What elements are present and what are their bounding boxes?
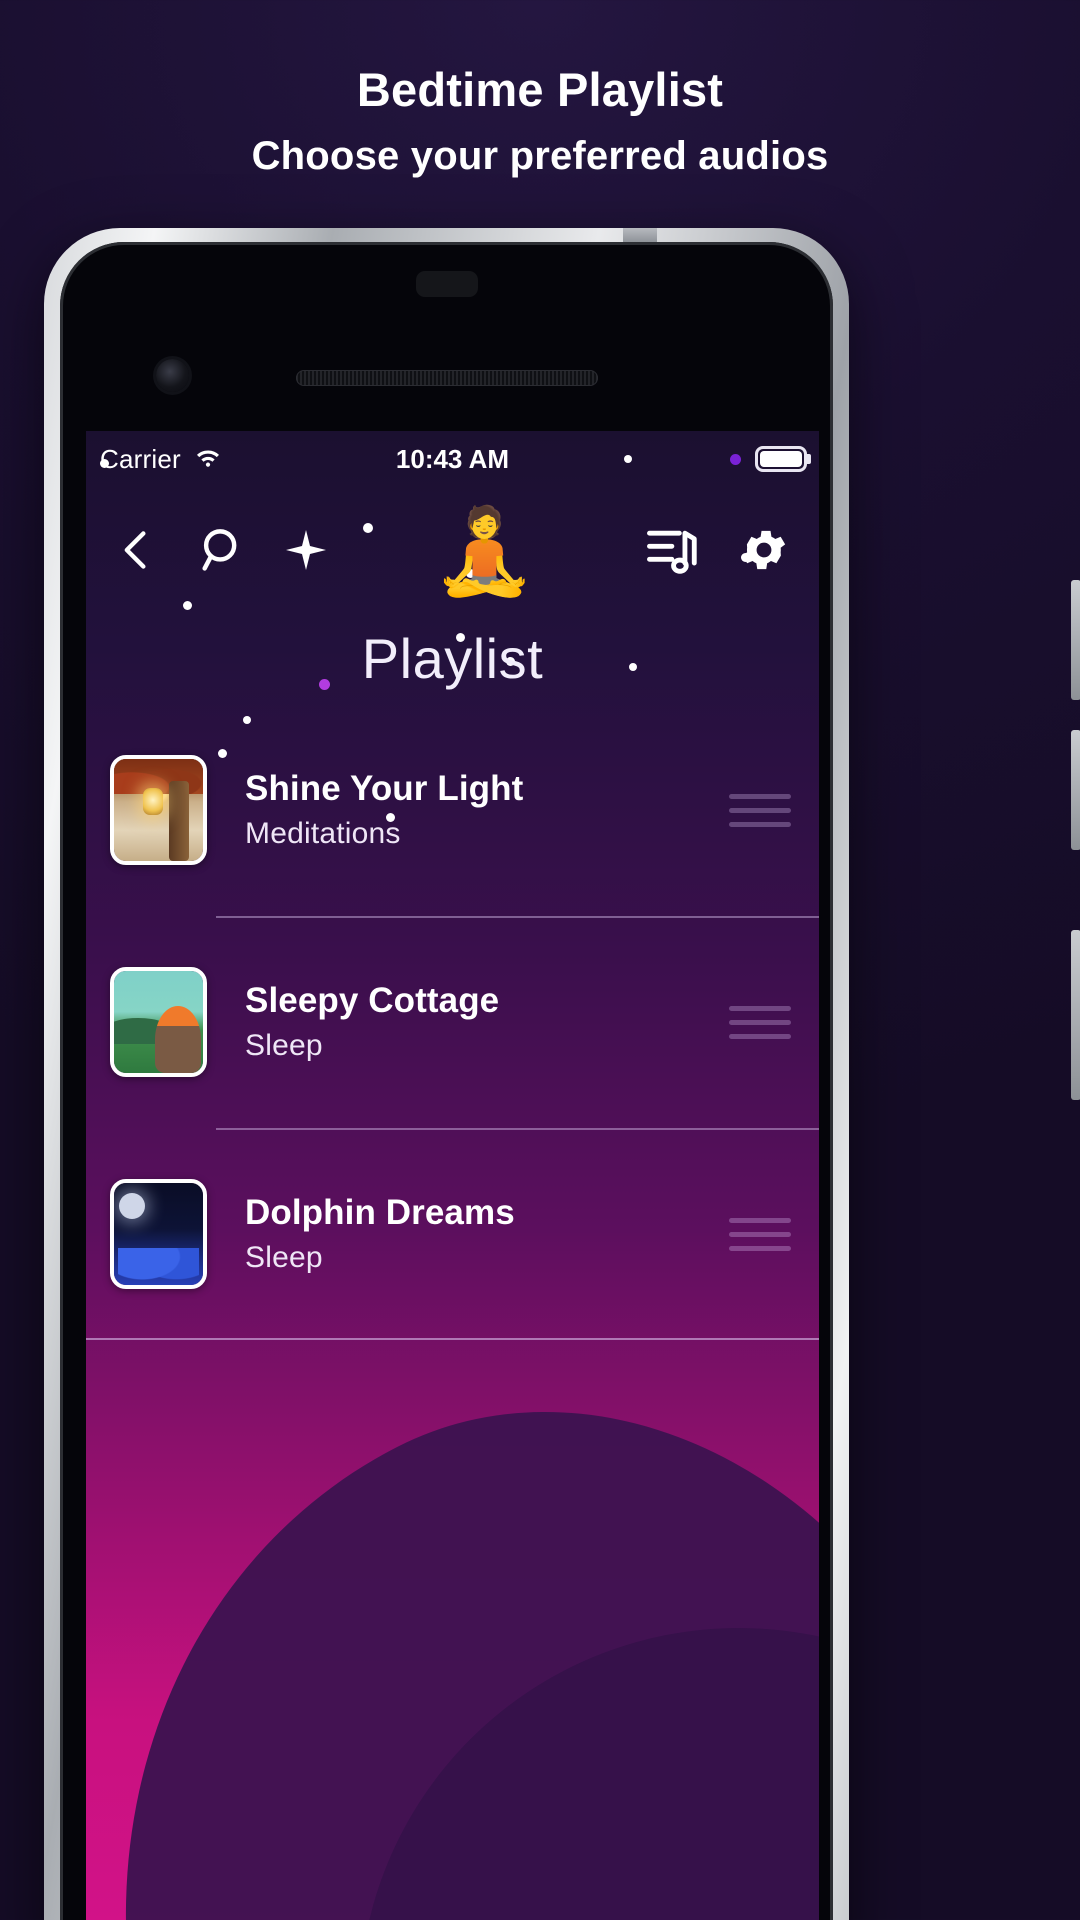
drag-handle-icon[interactable]: [729, 793, 791, 827]
battery-full-icon: [755, 446, 807, 472]
nav-left-group: [114, 524, 326, 576]
track-category: Meditations: [245, 817, 401, 850]
promo-title: Bedtime Playlist: [356, 63, 724, 116]
star-dot-purple: [730, 453, 741, 465]
drag-line: [729, 1033, 791, 1039]
playlist-row-text: Dolphin Dreams Sleep: [207, 1193, 729, 1275]
drag-line: [729, 1217, 791, 1223]
drag-handle-icon[interactable]: [729, 1005, 791, 1039]
drag-line: [729, 1245, 791, 1251]
drag-line: [729, 1005, 791, 1011]
front-camera-icon: [156, 359, 189, 392]
meditating-monkey-icon: 🧘: [432, 504, 537, 598]
sparkle-icon: [286, 530, 326, 570]
notch-sensor: [415, 271, 478, 297]
power-button[interactable]: [1071, 930, 1080, 1100]
drag-line: [729, 821, 791, 827]
playlist-row-text: Shine Your Light Meditations: [207, 769, 729, 851]
carrier-label: Carrier: [100, 443, 181, 474]
playlist-music-icon[interactable]: [643, 522, 697, 578]
app-nav-bar: 🧘: [86, 487, 819, 613]
status-bar: Carrier 10:43 AM: [86, 431, 819, 487]
battery-fill: [760, 451, 802, 467]
drag-line: [729, 1019, 791, 1025]
drag-line: [729, 1231, 791, 1237]
nav-right-group: [643, 522, 791, 578]
playlist-row[interactable]: Shine Your Light Meditations: [86, 704, 819, 916]
status-bar-right: [730, 446, 807, 472]
app-screen: Carrier 10:43 AM 🧘 Playlist Shine Your L…: [86, 431, 819, 1920]
status-bar-clock: 10:43 AM: [395, 443, 510, 474]
search-icon[interactable]: [198, 524, 246, 576]
lantern-icon: [143, 787, 164, 815]
mushroom-cottage-thumbnail[interactable]: [110, 967, 207, 1077]
volume-up-button[interactable]: [1071, 580, 1080, 700]
playlist-row-text: Sleepy Cottage Sleep: [207, 981, 729, 1063]
drag-handle-icon[interactable]: [729, 1217, 791, 1251]
wifi-icon: [193, 445, 223, 473]
track-category: Sleep: [245, 1029, 323, 1062]
forest-lantern-thumbnail[interactable]: [110, 755, 207, 865]
playlist-list: Shine Your Light Meditations Sleepy Cott…: [86, 704, 819, 1340]
moonlit-ocean-thumbnail[interactable]: [110, 1179, 207, 1289]
chevron-left-icon[interactable]: [114, 524, 158, 576]
page-title: Playlist: [361, 627, 544, 690]
phone-device-frame: Carrier 10:43 AM 🧘 Playlist Shine Your L…: [44, 228, 849, 1920]
status-bar-left: Carrier: [100, 444, 223, 475]
track-category: Sleep: [245, 1241, 323, 1274]
thumbnail-art: [114, 1183, 203, 1285]
track-title: Dolphin Dreams: [245, 1193, 515, 1232]
drag-line: [729, 807, 791, 813]
track-title: Sleepy Cottage: [245, 981, 500, 1020]
drag-line: [729, 793, 791, 799]
earpiece-speaker: [295, 370, 598, 386]
thumbnail-art: [114, 971, 203, 1073]
playlist-row[interactable]: Dolphin Dreams Sleep: [86, 1128, 819, 1340]
promo-banner: Bedtime Playlist Choose your preferred a…: [0, 0, 1080, 215]
device-antenna-seam: [623, 228, 657, 242]
promo-subtitle: Choose your preferred audios: [251, 134, 829, 179]
volume-down-button[interactable]: [1071, 730, 1080, 850]
gear-icon[interactable]: [737, 523, 791, 577]
playlist-row[interactable]: Sleepy Cottage Sleep: [86, 916, 819, 1128]
phone-screen-bezel: Carrier 10:43 AM 🧘 Playlist Shine Your L…: [60, 242, 833, 1920]
track-title: Shine Your Light: [245, 769, 524, 808]
